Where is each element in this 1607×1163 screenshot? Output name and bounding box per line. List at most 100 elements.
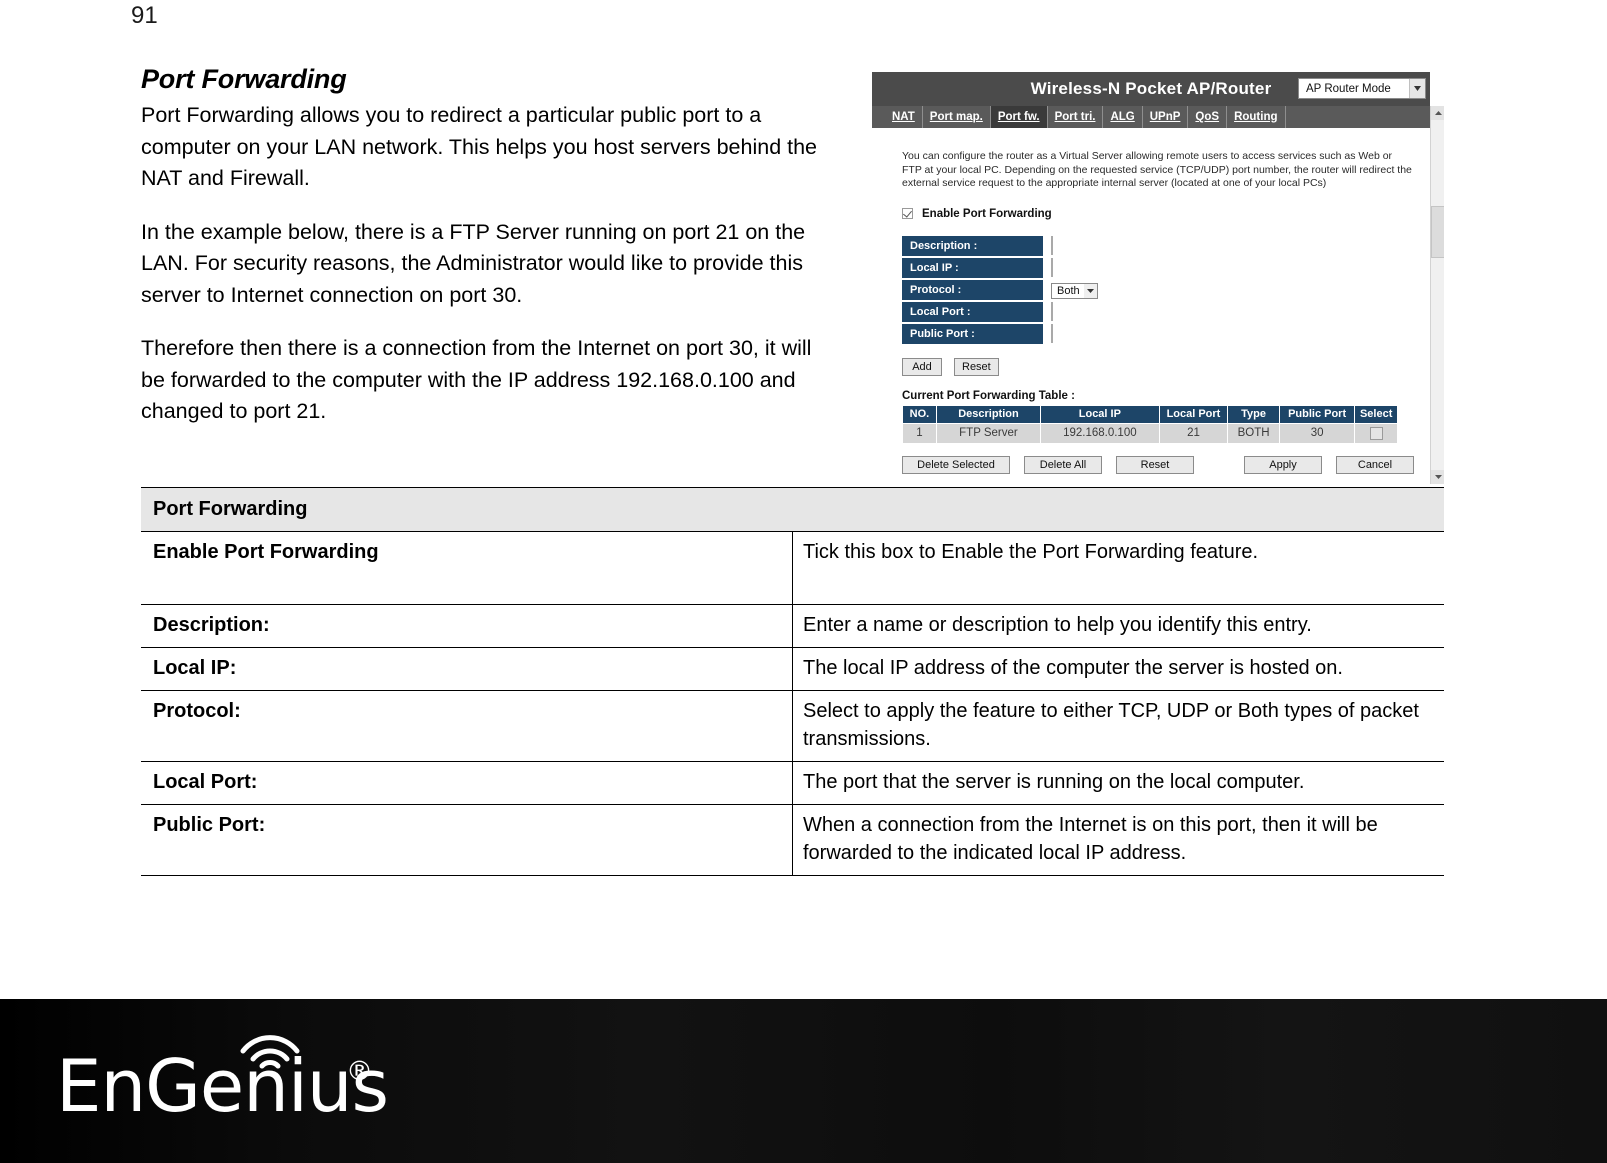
router-content-panel: You can configure the router as a Virtua… — [872, 128, 1430, 484]
desc-row-description: Description: Enter a name or description… — [141, 604, 1444, 648]
wifi-signal-icon — [239, 1027, 301, 1074]
protocol-label: Protocol : — [902, 279, 1043, 300]
enable-port-forwarding-row[interactable]: Enable Port Forwarding — [902, 208, 1430, 220]
cell-description: FTP Server — [935, 422, 1042, 444]
desc-row-local-ip: Local IP: The local IP address of the co… — [141, 647, 1444, 691]
desc-row-local-port: Local Port: The port that the server is … — [141, 761, 1444, 805]
col-local-port: Local Port — [1158, 404, 1229, 424]
description-input[interactable] — [1051, 235, 1053, 255]
desc-key-description: Description: — [141, 604, 793, 648]
cell-type: BOTH — [1227, 422, 1280, 444]
router-ui-screenshot: Wireless-N Pocket AP/Router AP Router Mo… — [872, 72, 1444, 484]
paragraph-1: Port Forwarding allows you to redirect a… — [141, 103, 818, 190]
tab-upnp[interactable]: UPnP — [1143, 106, 1189, 128]
tab-port-map[interactable]: Port map. — [923, 106, 991, 128]
description-label: Description : — [902, 235, 1043, 256]
form-row-description: Description : — [902, 235, 1099, 256]
table-button-row: Delete Selected Delete All Reset Apply C… — [902, 455, 1414, 474]
engenius-logo: EnGenius ® — [56, 1035, 389, 1122]
page-footer: EnGenius ® — [0, 999, 1607, 1163]
field-description-table: Port Forwarding Enable Port Forwarding T… — [141, 487, 1444, 876]
desc-val-local-port: The port that the server is running on t… — [792, 761, 1444, 805]
desc-val-local-ip: The local IP address of the computer the… — [792, 647, 1444, 691]
desc-val-enable-port-forwarding: Tick this box to Enable the Port Forward… — [792, 531, 1444, 605]
desc-key-public-port: Public Port: — [141, 804, 793, 876]
registered-trademark-icon: ® — [346, 1056, 373, 1087]
col-description: Description — [935, 404, 1042, 424]
scroll-up-icon[interactable] — [1431, 106, 1444, 120]
cell-local-port: 21 — [1158, 422, 1229, 444]
desc-row-public-port: Public Port: When a connection from the … — [141, 804, 1444, 876]
desc-key-local-port: Local Port: — [141, 761, 793, 805]
page-title: Port Forwarding — [141, 64, 347, 94]
mode-select-value: AP Router Mode — [1306, 82, 1391, 95]
protocol-select[interactable]: Both — [1051, 282, 1098, 299]
local-ip-label: Local IP : — [902, 257, 1043, 278]
form-row-public-port: Public Port : — [902, 323, 1099, 344]
col-type: Type — [1227, 404, 1280, 424]
desc-key-local-ip: Local IP: — [141, 647, 793, 691]
desc-row-protocol: Protocol: Select to apply the feature to… — [141, 690, 1444, 762]
form-row-local-ip: Local IP : — [902, 257, 1099, 278]
scrollbar-thumb[interactable] — [1431, 206, 1444, 258]
mode-select[interactable]: AP Router Mode — [1298, 78, 1426, 99]
desc-table-header-row: Port Forwarding — [141, 487, 1444, 532]
apply-button[interactable]: Apply — [1244, 455, 1322, 474]
reset-table-button[interactable]: Reset — [1116, 455, 1194, 474]
desc-key-protocol: Protocol: — [141, 690, 793, 762]
page-number: 91 — [131, 2, 158, 29]
cancel-button[interactable]: Cancel — [1336, 455, 1414, 474]
row-select-checkbox[interactable] — [1369, 426, 1383, 440]
form-row-local-port: Local Port : — [902, 301, 1099, 322]
tab-nat[interactable]: NAT — [885, 106, 923, 128]
router-header-bar: Wireless-N Pocket AP/Router AP Router Mo… — [872, 72, 1430, 106]
tab-qos[interactable]: QoS — [1188, 106, 1228, 128]
add-button[interactable]: Add — [902, 357, 942, 376]
col-no: NO. — [902, 404, 937, 424]
col-select: Select — [1354, 404, 1398, 424]
desc-table-header: Port Forwarding — [141, 487, 1444, 532]
paragraph-2: In the example below, there is a FTP Ser… — [141, 219, 806, 307]
engenius-wordmark: EnGenius — [56, 1044, 389, 1128]
router-intro-text: You can configure the router as a Virtua… — [902, 150, 1412, 189]
tab-routing[interactable]: Routing — [1227, 106, 1286, 128]
chevron-down-icon — [1409, 79, 1425, 98]
table-header-row: NO. Description Local IP Local Port Type… — [902, 404, 1398, 424]
desc-val-public-port: When a connection from the Internet is o… — [792, 804, 1444, 876]
form-button-row: Add Reset — [902, 357, 1430, 376]
form-row-protocol: Protocol : Both — [902, 279, 1099, 300]
tab-alg[interactable]: ALG — [1103, 106, 1143, 128]
router-nav-tabs: NAT Port map. Port fw. Port tri. ALG UPn… — [872, 106, 1430, 128]
col-local-ip: Local IP — [1040, 404, 1160, 424]
tab-port-fw[interactable]: Port fw. — [990, 106, 1048, 128]
local-port-input[interactable] — [1051, 301, 1053, 321]
current-table-caption: Current Port Forwarding Table : — [902, 389, 1075, 402]
enable-port-forwarding-label: Enable Port Forwarding — [922, 207, 1052, 220]
router-ui-scrollbar[interactable] — [1430, 106, 1444, 484]
public-port-label: Public Port : — [902, 323, 1043, 344]
reset-button[interactable]: Reset — [954, 357, 999, 376]
chevron-down-icon — [1083, 283, 1097, 298]
local-ip-input[interactable] — [1051, 257, 1053, 277]
port-forwarding-form: Description : Local IP : Protocol : Both — [902, 234, 1099, 346]
public-port-input[interactable] — [1051, 323, 1053, 343]
desc-key-enable-port-forwarding: Enable Port Forwarding — [141, 531, 793, 605]
paragraph-3: Therefore then there is a connection fro… — [141, 336, 812, 423]
delete-selected-button[interactable]: Delete Selected — [902, 455, 1010, 474]
cell-select — [1354, 422, 1398, 444]
cell-public-port: 30 — [1278, 422, 1356, 444]
local-port-label: Local Port : — [902, 301, 1043, 322]
delete-all-button[interactable]: Delete All — [1024, 455, 1102, 474]
desc-row-enable-port-forwarding: Enable Port Forwarding Tick this box to … — [141, 531, 1444, 605]
protocol-select-value: Both — [1057, 284, 1080, 297]
cell-local-ip: 192.168.0.100 — [1040, 422, 1160, 444]
desc-val-protocol: Select to apply the feature to either TC… — [792, 690, 1444, 762]
router-product-title: Wireless-N Pocket AP/Router — [1030, 79, 1272, 98]
current-port-forwarding-table: NO. Description Local IP Local Port Type… — [902, 404, 1398, 444]
cell-no: 1 — [902, 422, 937, 444]
enable-port-forwarding-checkbox[interactable] — [902, 208, 913, 219]
tab-port-tri[interactable]: Port tri. — [1048, 106, 1104, 128]
scroll-down-icon[interactable] — [1431, 470, 1444, 484]
table-row: 1 FTP Server 192.168.0.100 21 BOTH 30 — [902, 422, 1398, 444]
col-public-port: Public Port — [1278, 404, 1356, 424]
